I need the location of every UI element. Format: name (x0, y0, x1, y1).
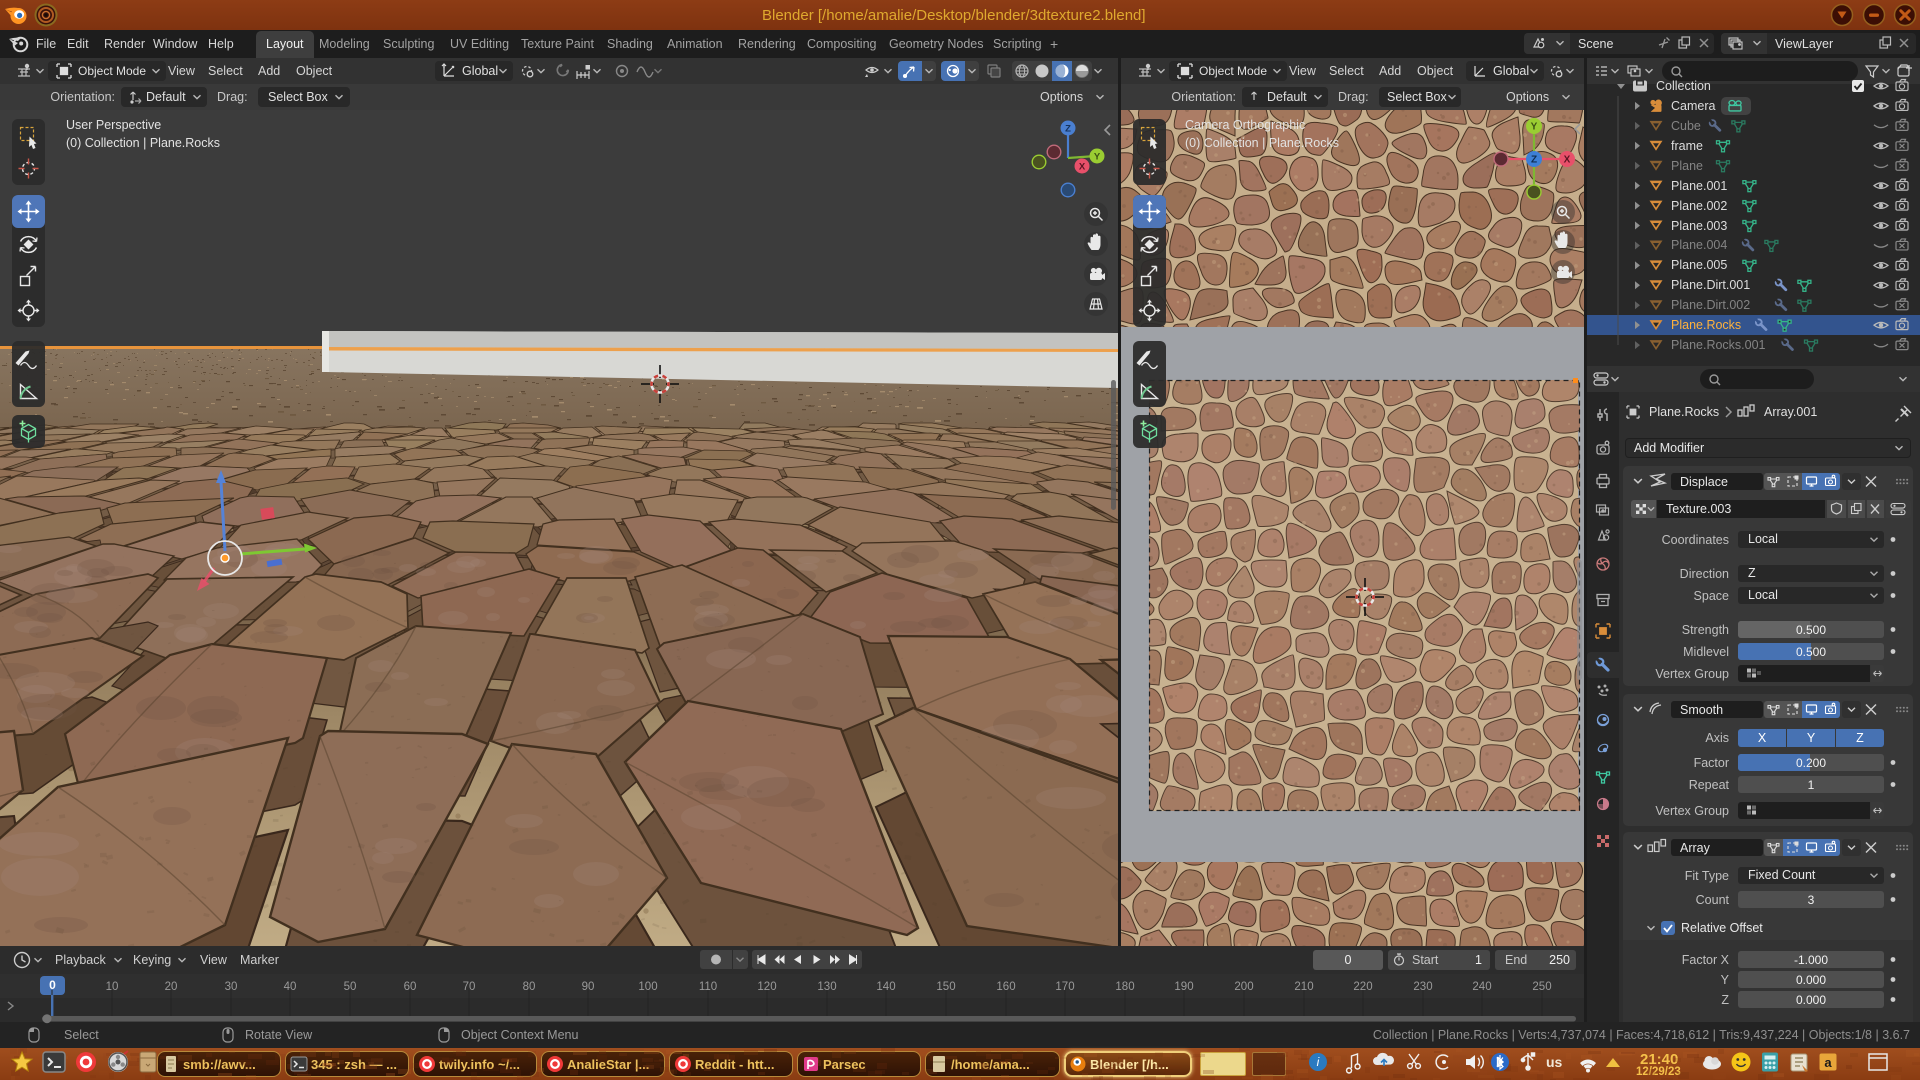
svg-text:Z: Z (1531, 155, 1537, 166)
svg-text:User Perspective: User Perspective (66, 118, 161, 132)
svg-text:X: X (1564, 155, 1571, 166)
svg-text:(0) Collection | Plane.Rocks: (0) Collection | Plane.Rocks (1185, 136, 1339, 150)
svg-text:X: X (1079, 162, 1086, 173)
svg-text:Z: Z (1065, 124, 1071, 135)
svg-text:Camera Orthographic: Camera Orthographic (1185, 118, 1305, 132)
svg-text:Y: Y (1531, 122, 1538, 133)
svg-text:(0) Collection | Plane.Rocks: (0) Collection | Plane.Rocks (66, 136, 220, 150)
svg-text:Y: Y (1094, 152, 1101, 163)
